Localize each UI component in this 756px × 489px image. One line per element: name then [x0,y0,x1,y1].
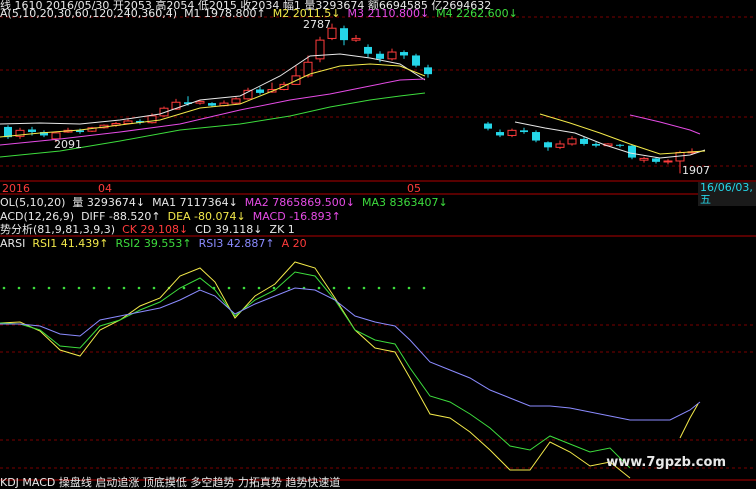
candle-body [496,132,504,136]
trend-zk: ZK 1 [269,223,295,236]
low-right-annotation: 1907 [682,164,710,177]
moving-averages [0,53,706,159]
rsi2-value: RSI2 39.553↑ [115,237,192,250]
volume-params: OL(5,10,20) [0,196,66,209]
candle-body [376,53,384,59]
candle-body [507,129,517,136]
volume-ma3: MA3 8363407↓ [362,196,448,209]
candle-body [400,52,408,56]
candle-body [256,89,264,93]
macd-header: ACD(12,26,9) DIFF -88.520↑ DEA -80.074↓ … [0,211,341,223]
candle-body [639,157,649,161]
candle-body [567,138,577,145]
rsi-header: ARSI RSI1 41.439↑ RSI2 39.553↑ RSI3 42.8… [0,238,307,250]
ma3-line [0,78,426,146]
rsi-params: ARSI [0,237,26,250]
trend-ck: CK 29.108↓ [122,223,189,236]
candle-body [520,130,528,133]
rsi1-value: RSI1 41.439↑ [32,237,109,250]
date-label-04: 04 [98,182,112,195]
ma-header: A(5,10,20,30,60,120,240,360,4) M1 1978.8… [0,8,518,20]
rsi1-line-tail [679,403,699,439]
indicator-tabs[interactable]: KDJ MACD 操盘线 启动追涨 顶底摸低 多空趋势 力拓真势 趋势快速道 [0,477,340,489]
candle-body [424,67,432,75]
ma4-value: M4 2262.600↓ [436,7,518,20]
ma3-value: M3 2110.800↓ [347,7,430,20]
trend-cd: CD 39.118↓ [195,223,263,236]
candle-body [663,160,673,163]
candle-body [532,132,540,141]
volume-ma2: MA2 7865869.500↓ [244,196,355,209]
rsi2-line [0,271,631,469]
candle-body [315,39,325,60]
rsi3-line [0,287,701,421]
candle-body [340,28,348,41]
candle-body [351,37,361,41]
candle-body [580,138,588,144]
macd-value: MACD -16.893↑ [252,210,341,223]
candle-body [231,98,241,104]
ma2-line [0,63,426,138]
macd-dea: DEA -80.074↓ [167,210,246,223]
ma2-line-right [539,113,706,155]
watermark: www.7gpzb.com [606,455,726,470]
candle-body [28,129,36,133]
candle-body [555,143,565,148]
selected-date: 16/06/03,五 [698,182,756,206]
high-annotation: 2787 [303,18,331,31]
candle-body [412,55,420,66]
date-label-05: 05 [407,182,421,195]
candle-body [387,51,397,60]
candle-body [544,142,552,148]
trend-header: 势分析(81,9,81,3,9,3) CK 29.108↓ CD 39.118↓… [0,224,295,236]
candle-body [616,144,624,146]
volume-header: OL(5,10,20) 量 3293674↓ MA1 7117364↓ MA2 … [0,197,448,209]
candle-body [652,158,660,162]
macd-params: ACD(12,26,9) [0,210,75,223]
low-left-annotation: 2091 [54,138,82,151]
candle-body [628,145,636,158]
volume-value: 量 3293674↓ [72,196,146,209]
trend-params: 势分析(81,9,81,3,9,3) [0,223,116,236]
ma-params: A(5,10,20,30,60,120,240,360,4) [0,7,178,20]
ma1-value: M1 1978.800↑ [184,7,266,20]
candle-body [592,143,600,146]
rsi-a-value: A 20 [281,237,307,250]
date-label-2016: 2016 [2,182,30,195]
candle-body [195,100,205,104]
candle-body [208,103,216,106]
rsi-indicator [0,261,701,479]
rsi3-value: RSI3 42.887↑ [198,237,275,250]
candle-body [484,123,492,129]
macd-diff: DIFF -88.520↑ [81,210,161,223]
indicator-tab-labels[interactable]: KDJ MACD 操盘线 启动追涨 顶底摸低 多空趋势 力拓真势 趋势快速道 [0,476,340,489]
candle-body [364,46,372,54]
volume-ma1: MA1 7117364↓ [152,196,238,209]
candlestick-series [4,23,697,174]
ma3-line-right [629,114,701,135]
